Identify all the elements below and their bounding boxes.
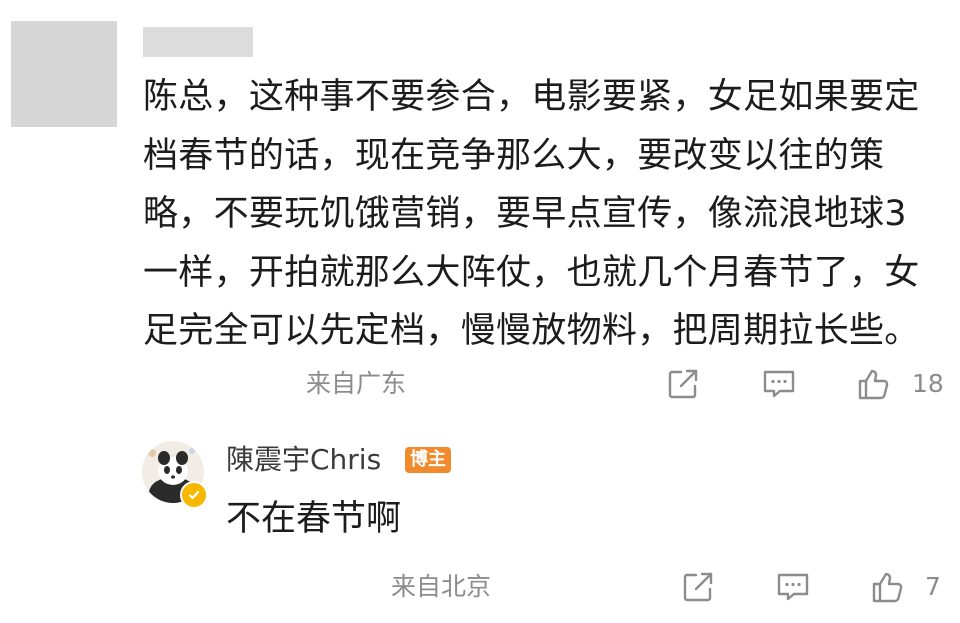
reply-actions: 来自北京 7 [0, 567, 960, 607]
commenter-name-obscured[interactable] [143, 27, 253, 57]
comment-text: 陈总，这种事不要参合，电影要紧，女足如果要定 档春节的话，现在竞争那么大，要改变… [143, 68, 943, 361]
reply-location: 来自北京 [391, 572, 492, 601]
comment-icon[interactable] [775, 569, 811, 605]
comment-line: 足完全可以先定档，慢慢放物料，把周期拉长些。 [143, 311, 920, 351]
reply-author-name[interactable]: 陳震宇Chris [226, 442, 381, 478]
blogger-badge: 博主 [405, 447, 451, 473]
verified-badge-icon [180, 481, 208, 509]
like-count: 7 [925, 572, 941, 601]
comment-actions: 来自广东 18 [0, 364, 960, 404]
share-icon[interactable] [665, 366, 701, 402]
comment-location: 来自广东 [306, 369, 407, 398]
comment-line: 略，不要玩饥饿营销，要早点宣传，像流浪地球3 [143, 194, 907, 234]
comment-line: 一样，开拍就那么大阵仗，也就几个月春节了，女 [143, 252, 920, 293]
thumbs-up-icon[interactable] [870, 569, 906, 605]
thumbs-up-icon[interactable] [856, 366, 892, 402]
like-count: 18 [912, 369, 944, 398]
comment-line: 档春节的话，现在竞争那么大，要改变以往的策 [143, 135, 885, 176]
comment-line: 陈总，这种事不要参合，电影要紧，女足如果要定 [143, 77, 920, 117]
commenter-avatar-obscured[interactable] [11, 21, 117, 127]
comment-icon[interactable] [761, 366, 797, 402]
reply-text: 不在春节啊 [226, 499, 402, 539]
share-icon[interactable] [680, 569, 716, 605]
